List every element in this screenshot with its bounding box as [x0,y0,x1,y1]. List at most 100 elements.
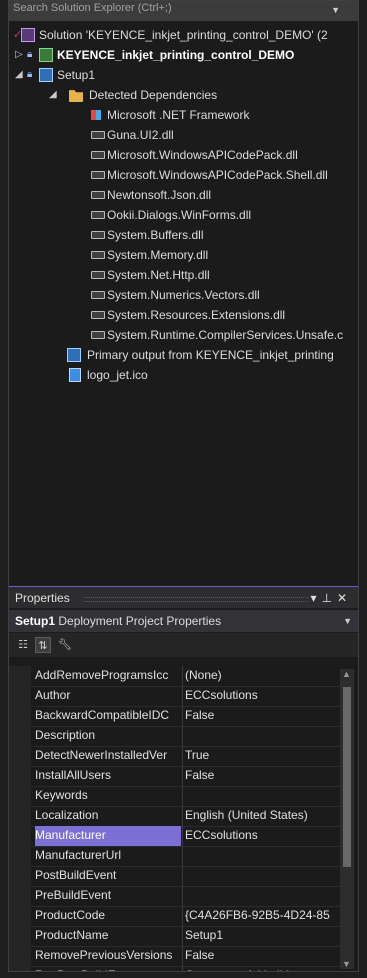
tree-item-dependency[interactable]: Newtonsoft.Json.dll [9,185,358,205]
property-row[interactable]: RemovePreviousVersions False [9,946,344,967]
property-pages-icon[interactable]: 🔧︎ [57,637,73,653]
column-divider[interactable] [182,786,183,806]
tree-item-dependency[interactable]: System.Numerics.Vectors.dll [9,285,358,305]
property-name[interactable]: ManufacturerUrl [35,846,181,866]
column-divider[interactable] [182,746,183,766]
column-divider[interactable] [182,866,183,886]
property-row[interactable]: AddRemoveProgramsIcc (None) [9,666,344,687]
property-name[interactable]: Manufacturer [35,826,181,846]
property-value[interactable] [185,886,344,906]
column-divider[interactable] [182,806,183,826]
dropdown-icon[interactable]: ▾ [310,591,321,605]
property-name[interactable]: Description [35,726,181,746]
expanded-chevron-icon[interactable]: ◢ [15,65,23,85]
property-value[interactable] [185,786,344,806]
column-divider[interactable] [182,846,183,866]
property-value[interactable]: (None) [185,666,344,686]
tree-item-solution[interactable]: ✓ Solution 'KEYENCE_inkjet_printing_cont… [9,25,358,45]
property-row[interactable]: ProductName Setup1 [9,926,344,947]
tree-item-dependency[interactable]: Ookii.Dialogs.WinForms.dll [9,205,358,225]
tree-item-logo[interactable]: logo_jet.ico [9,365,358,385]
scroll-up-icon[interactable]: ▲ [342,669,351,679]
property-row[interactable]: RunPostBuildEvent On successful build [9,966,344,971]
property-name[interactable]: Author [35,686,181,706]
property-name[interactable]: ProductCode [35,906,181,926]
column-divider[interactable] [182,926,183,946]
property-value[interactable] [185,726,344,746]
property-row[interactable]: Keywords [9,786,344,807]
tree-item-dependency[interactable]: Guna.UI2.dll [9,125,358,145]
property-row[interactable]: InstallAllUsers False [9,766,344,787]
column-divider[interactable] [182,706,183,726]
property-value[interactable]: ECCsolutions [185,686,344,706]
property-row[interactable]: Author ECCsolutions [9,686,344,707]
tree-item-dependency[interactable]: System.Net.Http.dll [9,265,358,285]
property-row[interactable]: Manufacturer ECCsolutions [9,826,344,847]
column-divider[interactable] [182,826,183,846]
property-name[interactable]: ProductName [35,926,181,946]
alphabetical-icon[interactable]: ⇅ [35,637,51,653]
column-divider[interactable] [182,766,183,786]
property-row[interactable]: Localization English (United States) [9,806,344,827]
property-name[interactable]: PostBuildEvent [35,866,181,886]
collapsed-chevron-icon[interactable]: ▷ [15,45,23,65]
property-value[interactable]: Setup1 [185,926,344,946]
tree-item-project[interactable]: ▷ 🔒︎ KEYENCE_inkjet_printing_control_DEM… [9,45,358,65]
tree-item-dependency[interactable]: System.Runtime.CompilerServices.Unsafe.c [9,325,358,345]
drag-grip[interactable] [83,597,308,602]
tree-item-dependency[interactable]: Microsoft.WindowsAPICodePack.dll [9,145,358,165]
column-divider[interactable] [182,966,183,971]
property-value[interactable]: False [185,946,344,966]
column-divider[interactable] [182,686,183,706]
property-value[interactable]: On successful build [185,966,344,971]
property-value[interactable]: {C4A26FB6-92B5-4D24-85 [185,906,344,926]
property-name[interactable]: DetectNewerInstalledVer [35,746,181,766]
tree-item-dependency[interactable]: System.Buffers.dll [9,225,358,245]
close-icon[interactable]: ✕ [337,591,352,605]
column-divider[interactable] [182,666,183,686]
search-options-chevron-icon[interactable]: ▼ [331,3,340,17]
property-name[interactable]: InstallAllUsers [35,766,181,786]
property-name[interactable]: PreBuildEvent [35,886,181,906]
property-row[interactable]: PostBuildEvent [9,866,344,887]
property-name[interactable]: RemovePreviousVersions [35,946,181,966]
scroll-down-icon[interactable]: ▼ [342,959,351,969]
property-value[interactable]: False [185,766,344,786]
tree-item-dependency[interactable]: Microsoft .NET Framework [9,105,358,125]
object-selector[interactable]: Setup1 Deployment Project Properties ▼ [9,610,358,632]
property-name[interactable]: AddRemoveProgramsIcc [35,666,181,686]
property-name[interactable]: Localization [35,806,181,826]
vertical-scrollbar[interactable]: ▲ ▼ [340,669,354,969]
tree-item-dependency[interactable]: System.Resources.Extensions.dll [9,305,358,325]
column-divider[interactable] [182,946,183,966]
property-value[interactable] [185,846,344,866]
property-value[interactable]: ECCsolutions [185,826,344,846]
property-row[interactable]: ManufacturerUrl [9,846,344,867]
tree-item-primary-output[interactable]: Primary output from KEYENCE_inkjet_print… [9,345,358,365]
property-row[interactable]: DetectNewerInstalledVer True [9,746,344,767]
tree-item-dependency[interactable]: System.Memory.dll [9,245,358,265]
search-solution-explorer[interactable]: Search Solution Explorer (Ctrl+;) ▼ [9,1,358,21]
column-divider[interactable] [182,726,183,746]
property-value[interactable]: True [185,746,344,766]
property-row[interactable]: Description [9,726,344,747]
property-name[interactable]: BackwardCompatibleIDC [35,706,181,726]
categorized-icon[interactable]: ☷ [15,637,31,653]
property-name[interactable]: Keywords [35,786,181,806]
property-value[interactable]: English (United States) [185,806,344,826]
property-row[interactable]: ProductCode {C4A26FB6-92B5-4D24-85 [9,906,344,927]
chevron-down-icon[interactable]: ▼ [343,610,352,632]
pin-icon[interactable]: ⊥ [321,591,336,605]
tree-item-detected-dependencies[interactable]: ◢ Detected Dependencies [9,85,358,105]
column-divider[interactable] [182,886,183,906]
property-value[interactable] [185,866,344,886]
scrollbar-thumb[interactable] [343,687,351,867]
property-value[interactable]: False [185,706,344,726]
column-divider[interactable] [182,906,183,926]
property-row[interactable]: PreBuildEvent [9,886,344,907]
property-row[interactable]: BackwardCompatibleIDC False [9,706,344,727]
tree-item-dependency[interactable]: Microsoft.WindowsAPICodePack.Shell.dll [9,165,358,185]
property-name[interactable]: RunPostBuildEvent [35,966,181,971]
expanded-chevron-icon[interactable]: ◢ [49,85,57,105]
tree-item-setup[interactable]: ◢ 🔒︎ Setup1 [9,65,358,85]
